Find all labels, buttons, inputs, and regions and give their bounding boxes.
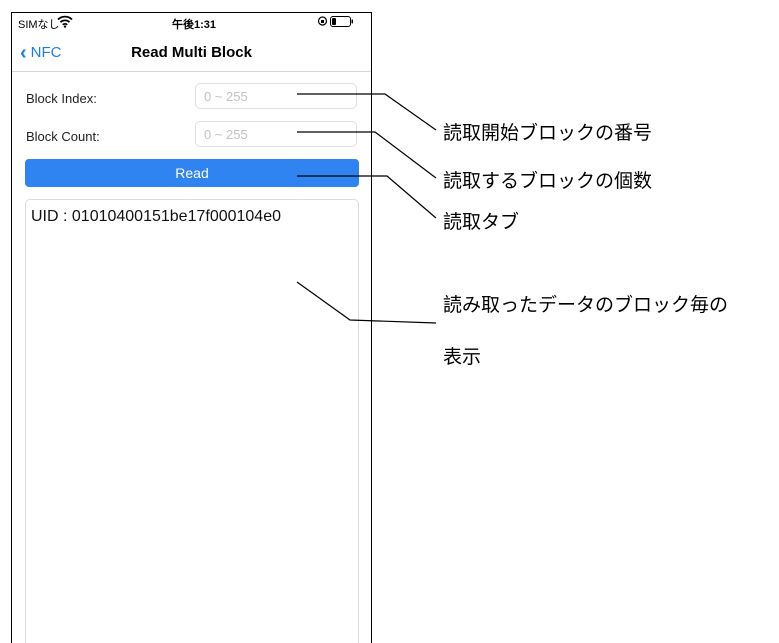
annotation-start-block: 読取開始ブロックの番号	[443, 122, 653, 144]
annotation-read-tab: 読取タブ	[443, 211, 520, 233]
leader-lines	[296, 93, 437, 324]
annotation-block-count: 読取するブロックの個数	[443, 170, 653, 192]
annotation-data-display-line1: 読み取ったデータのブロック毎の	[443, 294, 729, 316]
annotation-data-display-line2: 表示	[443, 346, 482, 368]
